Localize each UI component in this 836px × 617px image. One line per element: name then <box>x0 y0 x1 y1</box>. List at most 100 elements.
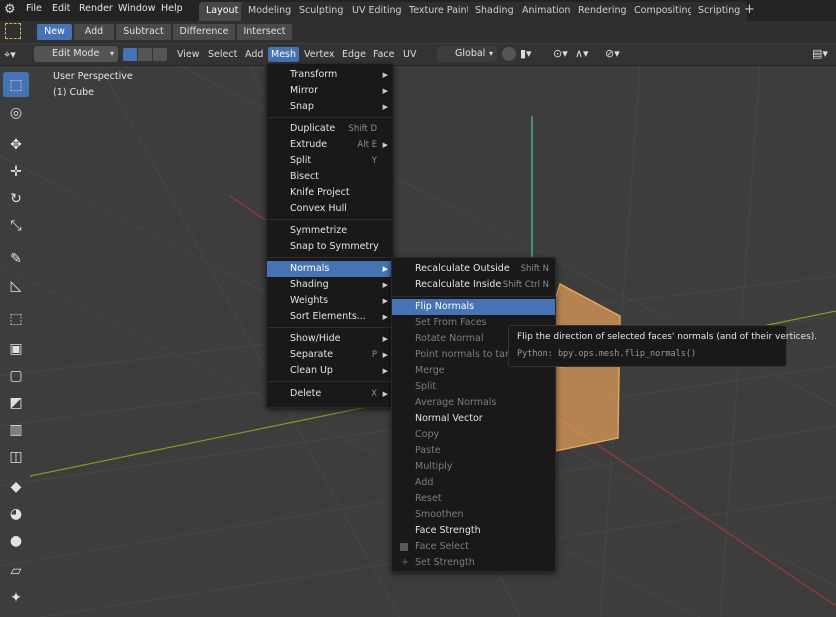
shear-tool-icon[interactable]: ▱ <box>3 558 29 583</box>
extrude-tool-icon[interactable]: ▣ <box>3 336 29 361</box>
face-select-icon[interactable] <box>153 48 167 61</box>
tab-scripting[interactable]: Scripting <box>691 2 748 21</box>
menu-file[interactable]: File <box>26 3 42 14</box>
header-menu-mesh[interactable]: Mesh <box>268 47 300 62</box>
mesh-menu-sort-elements[interactable]: Sort Elements... ▶ <box>267 309 393 325</box>
mesh-menu-transform[interactable]: Transform ▶ <box>267 67 393 83</box>
mode-add-button[interactable]: Add <box>74 24 114 40</box>
menu-edit[interactable]: Edit <box>52 3 70 14</box>
mode-subtract-button[interactable]: Subtract <box>116 24 171 40</box>
orientation-dropdown[interactable]: Global ▾ <box>437 46 497 62</box>
normals-recalculate-inside[interactable]: Recalculate Inside Shift Ctrl N <box>392 277 555 293</box>
spin-tool-icon[interactable]: ◕ <box>3 501 29 526</box>
mode-difference-button[interactable]: Difference <box>173 24 235 40</box>
normals-split[interactable]: Split <box>392 379 555 395</box>
mesh-menu-split[interactable]: Split Y <box>267 153 393 169</box>
add-workspace-button[interactable]: + <box>744 2 755 17</box>
normals-average[interactable]: Average Normals <box>392 395 555 411</box>
menu-help[interactable]: Help <box>161 3 183 14</box>
mesh-menu-duplicate[interactable]: Duplicate Shift D <box>267 121 393 137</box>
tab-uv-editing[interactable]: UV Editing <box>345 2 409 21</box>
bevel-tool-icon[interactable]: ◩ <box>3 390 29 415</box>
transform-tool-icon[interactable]: ✦ <box>3 585 29 610</box>
header-menu-vertex[interactable]: Vertex <box>301 47 338 62</box>
edge-select-icon[interactable] <box>138 48 152 61</box>
mesh-menu-show-hide[interactable]: Show/Hide ▶ <box>267 331 393 347</box>
mesh-menu-weights[interactable]: Weights ▶ <box>267 293 393 309</box>
normals-flip-normals[interactable]: Flip Normals <box>392 299 555 315</box>
vertex-select-icon[interactable] <box>123 48 137 61</box>
tab-layout[interactable]: Layout <box>199 2 246 21</box>
mesh-menu-snap[interactable]: Snap ▶ <box>267 99 393 115</box>
normals-face-select[interactable]: Face Select <box>392 539 555 555</box>
header-menu-add[interactable]: Add <box>242 47 266 62</box>
mesh-menu-clean-up[interactable]: Clean Up ▶ <box>267 363 393 379</box>
tab-modeling[interactable]: Modeling <box>241 2 299 21</box>
scale-tool-icon[interactable]: ⤡ <box>3 213 29 238</box>
loop-cut-tool-icon[interactable]: ▥ <box>3 417 29 442</box>
annotate-tool-icon[interactable]: ✎ <box>3 246 29 271</box>
inset-tool-icon[interactable]: ▢ <box>3 363 29 388</box>
submenu-arrow-icon: ▶ <box>382 367 388 375</box>
normals-set-strength[interactable]: + Set Strength <box>392 555 555 571</box>
smooth-tool-icon[interactable]: ● <box>3 528 29 553</box>
normals-multiply[interactable]: Multiply <box>392 459 555 475</box>
menu-window[interactable]: Window <box>118 3 155 14</box>
tab-rendering[interactable]: Rendering <box>571 2 634 21</box>
select-box-tool-icon[interactable]: ⬚ <box>3 72 29 97</box>
knife-tool-icon[interactable]: ◫ <box>3 444 29 469</box>
normals-smoothen[interactable]: Smoothen <box>392 507 555 523</box>
header-menu-edge[interactable]: Edge <box>339 47 369 62</box>
normals-add[interactable]: Add <box>392 475 555 491</box>
mesh-menu-convex-hull[interactable]: Convex Hull <box>267 201 393 217</box>
blender-logo-icon[interactable]: ⚙ <box>4 2 20 18</box>
editor-type-icon[interactable]: ⌖▾ <box>4 47 28 62</box>
header-menu-view[interactable]: View <box>174 47 203 62</box>
falloff-icon[interactable]: ∧▾ <box>575 47 589 60</box>
normals-recalculate-outside[interactable]: Recalculate Outside Shift N <box>392 261 555 277</box>
mesh-menu-extrude[interactable]: Extrude Alt E ▶ <box>267 137 393 153</box>
select-box-tool-icon[interactable] <box>5 23 21 39</box>
mesh-menu-normals[interactable]: Normals ▶ <box>267 261 393 277</box>
mode-new-button[interactable]: New <box>37 24 72 40</box>
normals-copy[interactable]: Copy <box>392 427 555 443</box>
tab-animation[interactable]: Animation <box>515 2 578 21</box>
header-menu-uv[interactable]: UV <box>400 47 419 62</box>
overlay-icon[interactable]: ⊘▾ <box>605 47 620 60</box>
measure-tool-icon[interactable]: ◺ <box>3 273 29 298</box>
menu-render[interactable]: Render <box>79 3 113 14</box>
snap-icon[interactable]: ▮▾ <box>520 47 532 60</box>
add-cube-tool-icon[interactable]: ⬚ <box>3 306 29 331</box>
cursor-tool-icon[interactable]: ◎ <box>3 100 29 125</box>
tab-texture-paint[interactable]: Texture Paint <box>402 2 478 21</box>
normals-face-strength[interactable]: Face Strength <box>392 523 555 539</box>
normals-normal-vector[interactable]: Normal Vector <box>392 411 555 427</box>
menu-item-label: Extrude <box>290 139 328 150</box>
proportional-edit-icon[interactable]: ⊙▾ <box>553 47 568 60</box>
pivot-icon[interactable] <box>502 47 516 61</box>
checkbox-icon[interactable] <box>400 543 408 551</box>
tab-sculpting[interactable]: Sculpting <box>292 2 351 21</box>
move-arrows-icon[interactable]: ✛ <box>3 159 29 184</box>
header-menu-select[interactable]: Select <box>205 47 240 62</box>
mode-dropdown[interactable]: Edit Mode ▾ <box>34 46 118 62</box>
header-menu-face[interactable]: Face <box>370 47 397 62</box>
mesh-menu-mirror[interactable]: Mirror ▶ <box>267 83 393 99</box>
mesh-menu-symmetrize[interactable]: Symmetrize <box>267 223 393 239</box>
tab-compositing[interactable]: Compositing <box>627 2 701 21</box>
mesh-menu-snap-to-symmetry[interactable]: Snap to Symmetry <box>267 239 393 255</box>
rotate-tool-icon[interactable]: ↻ <box>3 186 29 211</box>
mesh-menu-delete[interactable]: Delete X ▶ <box>267 386 393 402</box>
normals-paste[interactable]: Paste <box>392 443 555 459</box>
move-tool-icon[interactable]: ✥ <box>3 132 29 157</box>
mesh-menu-bisect[interactable]: Bisect <box>267 169 393 185</box>
mode-intersect-button[interactable]: Intersect <box>237 24 292 40</box>
sidebar-toggle-icon[interactable]: ▤▾ <box>812 47 828 60</box>
menu-item-label: Snap <box>290 101 314 112</box>
mesh-menu-separate[interactable]: Separate P ▶ <box>267 347 393 363</box>
mesh-menu-knife-project[interactable]: Knife Project <box>267 185 393 201</box>
normals-reset[interactable]: Reset <box>392 491 555 507</box>
mesh-menu-shading[interactable]: Shading ▶ <box>267 277 393 293</box>
tab-shading[interactable]: Shading <box>468 2 521 21</box>
poly-build-tool-icon[interactable]: ◆ <box>3 474 29 499</box>
